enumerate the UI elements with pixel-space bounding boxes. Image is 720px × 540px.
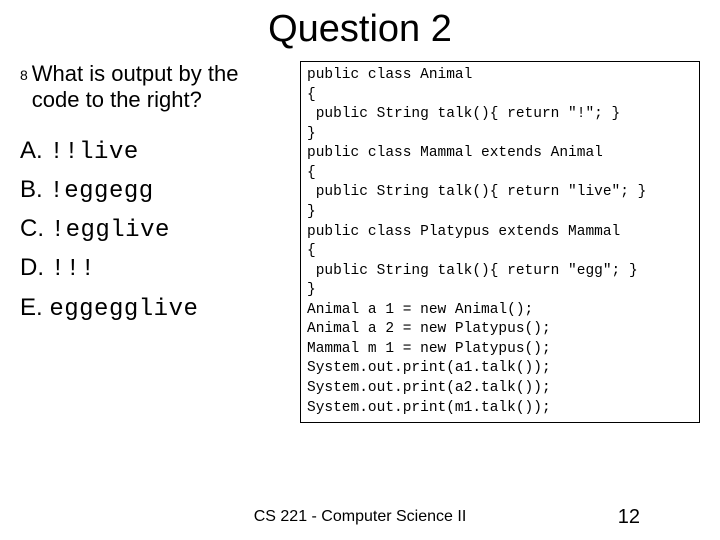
content-area: 8 What is output by the code to the righ… xyxy=(0,61,720,423)
bullet-icon: 8 xyxy=(20,67,28,84)
left-column: 8 What is output by the code to the righ… xyxy=(20,61,300,423)
option-label: C. xyxy=(20,215,51,242)
footer-course: CS 221 - Computer Science II xyxy=(254,508,467,526)
option-code: eggegglive xyxy=(49,296,198,323)
options-list: A. !!live B. !eggegg C. !egglive D. !!! … xyxy=(20,132,290,328)
code-box: public class Animal { public String talk… xyxy=(300,61,700,423)
question-text: What is output by the code to the right? xyxy=(32,61,290,114)
right-column: public class Animal { public String talk… xyxy=(300,61,700,423)
option-e: E. eggegglive xyxy=(20,289,290,328)
slide-footer: CS 221 - Computer Science II 12 xyxy=(0,508,720,526)
option-a: A. !!live xyxy=(20,132,290,171)
option-label: D. xyxy=(20,254,51,281)
option-code: !egglive xyxy=(51,217,170,244)
option-c: C. !egglive xyxy=(20,210,290,249)
option-label: A. xyxy=(20,137,49,164)
option-code: !!! xyxy=(51,256,96,283)
option-d: D. !!! xyxy=(20,249,290,288)
option-label: B. xyxy=(20,176,49,203)
question-line: 8 What is output by the code to the righ… xyxy=(20,61,290,114)
option-code: !eggegg xyxy=(49,178,153,205)
page-number: 12 xyxy=(618,506,640,529)
option-label: E. xyxy=(20,294,49,321)
option-b: B. !eggegg xyxy=(20,171,290,210)
option-code: !!live xyxy=(49,139,138,166)
slide-title: Question 2 xyxy=(0,0,720,61)
